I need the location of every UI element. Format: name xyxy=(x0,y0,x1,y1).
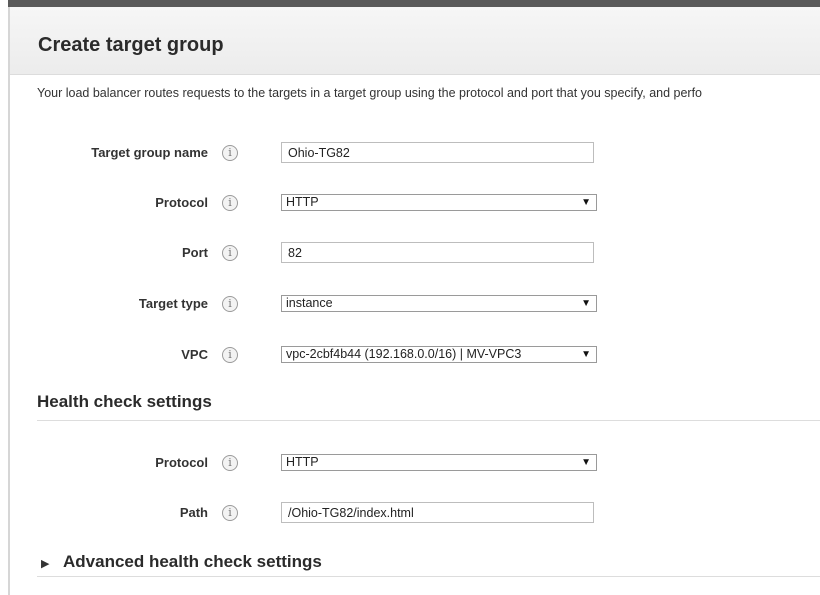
protocol-label: Protocol xyxy=(155,195,208,210)
page-header: Create target group xyxy=(10,7,820,75)
field-target-group-name: Target group name i xyxy=(0,142,820,166)
chevron-down-icon: ▼ xyxy=(581,457,591,468)
port-label: Port xyxy=(182,245,208,260)
target-group-name-label: Target group name xyxy=(91,145,208,160)
info-icon[interactable]: i xyxy=(222,145,238,161)
page-description: Your load balancer routes requests to th… xyxy=(37,86,703,100)
target-group-name-input[interactable] xyxy=(281,142,594,163)
port-input[interactable] xyxy=(281,242,594,263)
window-top-bar xyxy=(8,0,820,7)
field-vpc: VPC i vpc-2cbf4b44 (192.168.0.0/16) | MV… xyxy=(0,344,820,368)
field-health-protocol: Protocol i HTTP ▼ xyxy=(0,452,820,476)
health-path-label: Path xyxy=(179,505,208,520)
page-title: Create target group xyxy=(38,34,224,56)
field-protocol: Protocol i HTTP ▼ xyxy=(0,192,820,216)
info-icon[interactable]: i xyxy=(222,296,238,312)
protocol-select[interactable]: HTTP ▼ xyxy=(281,194,597,211)
info-icon[interactable]: i xyxy=(222,347,238,363)
info-icon[interactable]: i xyxy=(222,195,238,211)
target-type-label: Target type xyxy=(138,296,208,311)
health-protocol-select-value: HTTP xyxy=(286,455,319,469)
chevron-down-icon: ▼ xyxy=(581,197,591,208)
advanced-health-check-toggle[interactable]: Advanced health check settings xyxy=(63,552,322,572)
field-port: Port i xyxy=(0,242,820,266)
caret-right-icon[interactable]: ▶ xyxy=(41,557,49,570)
field-target-type: Target type i instance ▼ xyxy=(0,293,820,317)
section-divider xyxy=(37,576,820,577)
target-type-select-value: instance xyxy=(286,296,333,310)
info-icon[interactable]: i xyxy=(222,455,238,471)
health-protocol-select[interactable]: HTTP ▼ xyxy=(281,454,597,471)
health-check-section-title: Health check settings xyxy=(37,392,212,411)
field-health-path: Path i xyxy=(0,502,820,526)
chevron-down-icon: ▼ xyxy=(581,298,591,309)
target-type-select[interactable]: instance ▼ xyxy=(281,295,597,312)
info-icon[interactable]: i xyxy=(222,505,238,521)
vpc-select[interactable]: vpc-2cbf4b44 (192.168.0.0/16) | MV-VPC3 … xyxy=(281,346,597,363)
info-icon[interactable]: i xyxy=(222,245,238,261)
section-divider xyxy=(37,420,820,421)
chevron-down-icon: ▼ xyxy=(581,349,591,360)
vpc-select-value: vpc-2cbf4b44 (192.168.0.0/16) | MV-VPC3 xyxy=(286,347,522,361)
health-path-input[interactable] xyxy=(281,502,594,523)
vpc-label: VPC xyxy=(181,347,208,362)
protocol-select-value: HTTP xyxy=(286,195,319,209)
health-protocol-label: Protocol xyxy=(155,455,208,470)
